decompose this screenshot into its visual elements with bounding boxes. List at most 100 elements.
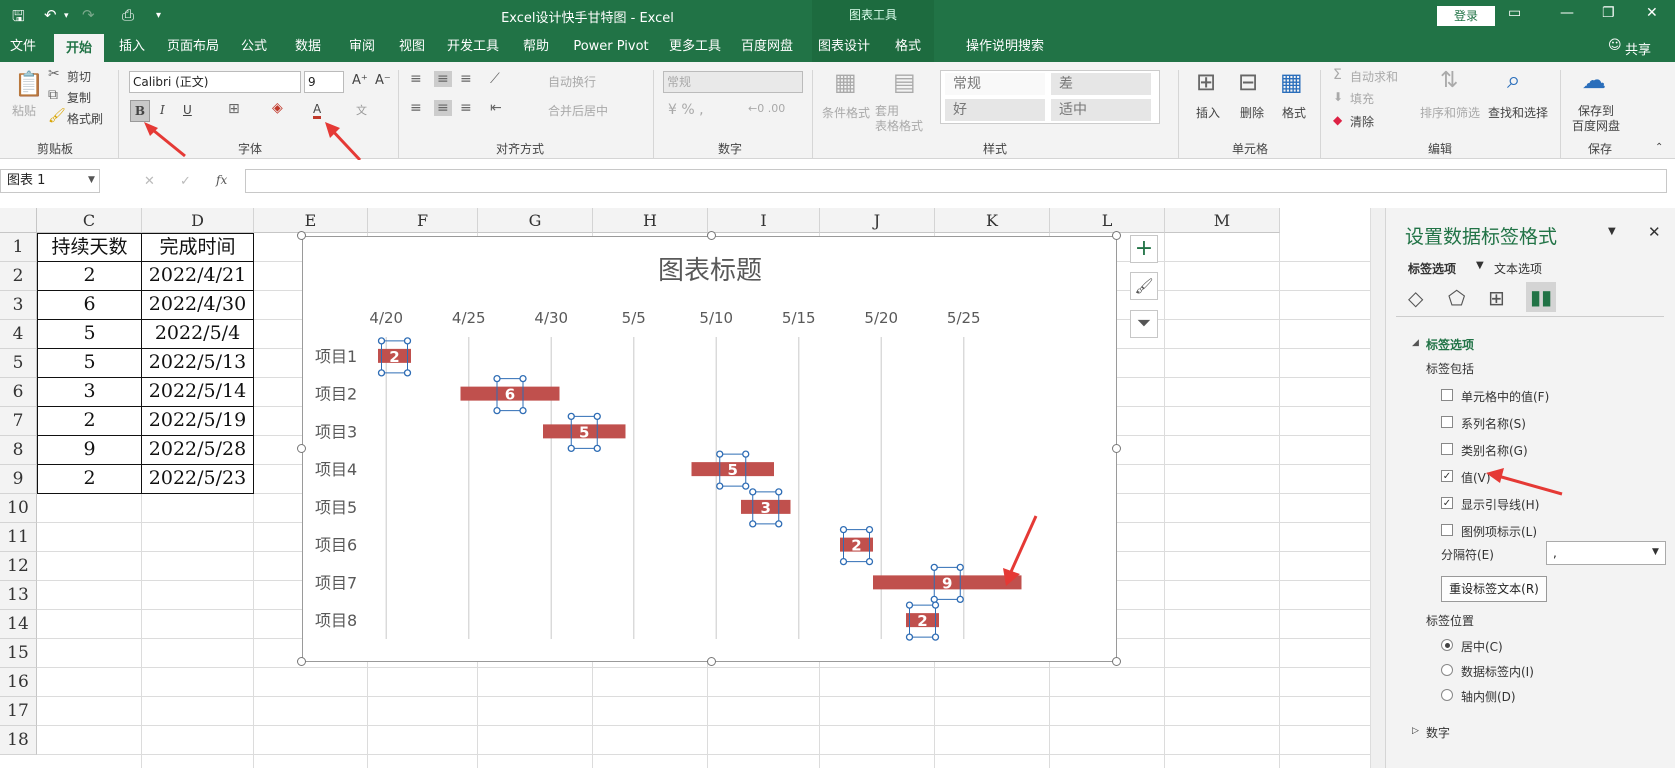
row-header-13[interactable]: 13 [0,581,37,610]
checkbox-label-5[interactable]: 图例项标示(L) [1461,523,1537,540]
label-handle[interactable] [931,633,940,641]
tab-12[interactable]: 百度网盘 [734,32,800,62]
tab-2[interactable]: 插入 [112,32,152,62]
section-number[interactable]: 数字 [1426,724,1450,741]
underline-button[interactable]: U [183,103,192,117]
label-handle[interactable] [956,595,964,604]
checkbox-option-0[interactable] [1441,389,1453,401]
row-header-9[interactable]: 9 [0,465,37,494]
table-header-cell[interactable]: 持续天数 [37,233,142,262]
label-handle[interactable] [716,482,724,490]
table-cell[interactable]: 2022/5/14 [142,378,254,407]
label-handle[interactable] [839,525,848,534]
radio-position-1[interactable] [1441,664,1453,676]
sort-filter-icon[interactable]: ⇅ [1440,68,1458,93]
autosum-button[interactable]: 自动求和 [1350,68,1398,85]
paste-icon[interactable]: 📋 [14,70,44,98]
table-cell[interactable]: 2 [37,407,142,436]
data-label[interactable]: 5 [728,461,738,479]
wrap-text-button[interactable]: 自动换行 [548,73,596,90]
data-label[interactable]: 5 [579,423,589,441]
table-cell[interactable]: 2022/5/28 [142,436,254,465]
data-label[interactable]: 3 [761,499,771,517]
radio-label-0[interactable]: 居中(C) [1461,638,1503,655]
autosum-icon[interactable]: Σ [1333,67,1342,83]
label-handle[interactable] [593,412,601,421]
clear-button[interactable]: 清除 [1350,113,1374,130]
cut-button[interactable]: 剪切 [67,68,91,85]
row-header-5[interactable]: 5 [0,349,37,378]
label-handle[interactable] [567,412,575,421]
checkbox-label-0[interactable]: 单元格中的值(F) [1461,388,1549,405]
login-button[interactable]: 登录 [1437,6,1495,26]
tab-0[interactable]: 文件 [0,32,46,62]
checkbox-option-3[interactable]: ✓ [1441,470,1453,482]
label-handle[interactable] [403,337,412,345]
chart-resize-handle[interactable] [297,444,306,453]
style-neutral[interactable]: 适中 [1051,99,1151,121]
table-cell[interactable]: 2022/5/13 [142,349,254,378]
separator-dropdown-icon[interactable]: ▼ [1652,547,1659,557]
label-handle[interactable] [865,525,874,534]
fill-button[interactable]: 填充 [1350,90,1374,107]
namebox-dropdown-icon[interactable]: ▼ [88,175,95,185]
table-header-cell[interactable]: 完成时间 [142,233,254,262]
currency-icon[interactable]: ¥ % , [668,102,704,118]
pane-options-icon[interactable]: ▼ [1608,226,1616,237]
section-collapse-icon[interactable]: ◢ [1412,338,1419,348]
separator-select[interactable]: , [1546,541,1666,565]
label-handle[interactable] [905,601,914,609]
table-cell[interactable]: 2022/4/21 [142,262,254,291]
chart-resize-handle[interactable] [297,657,306,666]
label-options-dropdown-icon[interactable]: ▼ [1476,260,1484,271]
label-handle[interactable] [742,450,750,458]
chart-resize-handle[interactable] [297,231,306,240]
save-to-cloud-button[interactable]: 保存到 百度网盘 [1572,104,1620,134]
table-cell[interactable]: 9 [37,436,142,465]
table-cell[interactable]: 5 [37,349,142,378]
checkbox-label-1[interactable]: 系列名称(S) [1461,415,1526,432]
align-middle-icon[interactable]: ≡ [434,71,452,87]
checkbox-option-4[interactable]: ✓ [1441,497,1453,509]
label-handle[interactable] [593,444,601,453]
font-size-select[interactable]: 9 [304,71,344,93]
table-cell[interactable]: 2022/5/4 [142,320,254,349]
tab-3[interactable]: 页面布局 [160,32,226,62]
effects-icon[interactable]: ⬠ [1448,286,1465,310]
checkbox-option-5[interactable] [1441,524,1453,536]
fill-icon[interactable]: ⬇ [1333,90,1343,104]
chart-title[interactable]: 图表标题 [658,256,762,286]
chart-resize-handle[interactable] [707,231,716,240]
label-handle[interactable] [716,450,724,458]
label-handle[interactable] [493,406,501,415]
number-format-select[interactable]: 常规 [663,71,803,93]
radio-label-2[interactable]: 轴内侧(D) [1461,688,1516,705]
tab-text-options[interactable]: 文本选项 [1494,260,1542,277]
copy-icon[interactable]: ⧉ [48,87,58,103]
style-normal[interactable]: 常规 [945,73,1045,95]
column-header-I[interactable]: I [708,208,820,233]
align-left-icon[interactable]: ≡ [410,100,422,116]
insert-cells-button[interactable]: 插入 [1196,104,1220,121]
tab-8[interactable]: 开发工具 [440,32,506,62]
tab-5[interactable]: 数据 [288,32,328,62]
label-handle[interactable] [403,369,412,377]
row-header-10[interactable]: 10 [0,494,37,523]
share-button[interactable]: 共享 [1625,39,1651,58]
column-header-K[interactable]: K [935,208,1050,233]
label-handle[interactable] [865,557,874,566]
paste-button[interactable]: 粘贴 [12,102,36,119]
label-handle[interactable] [377,369,386,377]
row-header-4[interactable]: 4 [0,320,37,349]
section-label-options[interactable]: 标签选项 [1426,336,1474,353]
align-center-icon[interactable]: ≡ [434,100,452,116]
chart-styles-button[interactable]: 🖌 [1130,272,1158,300]
baidu-cloud-icon[interactable]: ☁ [1582,66,1606,94]
checkbox-label-4[interactable]: 显示引导线(H) [1461,496,1539,513]
column-header-G[interactable]: G [478,208,593,233]
cut-icon[interactable]: ✂ [48,66,60,82]
tab-14[interactable]: 格式 [888,32,928,62]
chart-resize-handle[interactable] [1112,657,1121,666]
select-all-corner[interactable] [0,208,37,233]
close-icon[interactable]: ✕ [1646,5,1658,21]
